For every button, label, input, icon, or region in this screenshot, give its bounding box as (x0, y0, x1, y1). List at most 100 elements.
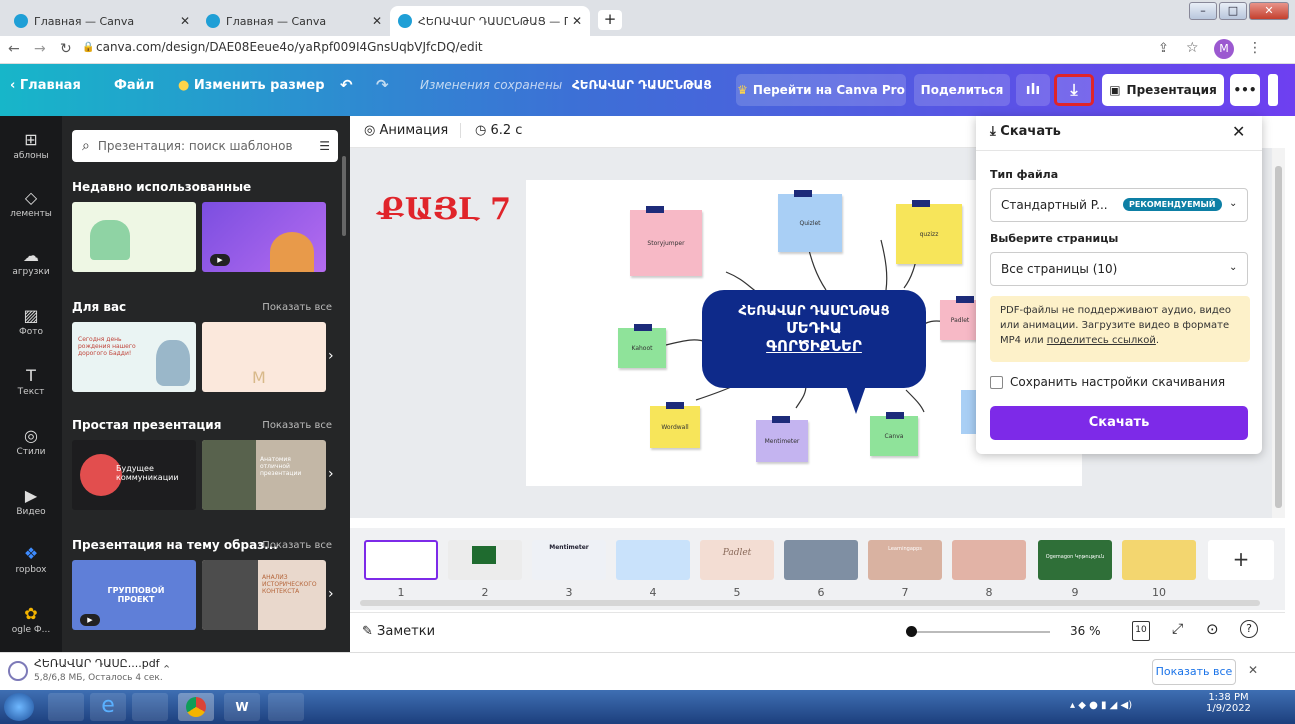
center-speech-bubble[interactable]: ՀԵՌԱՎԱՐ ԴԱՍԸՆԹԱՑ ՄԵԴԻԱ ԳՈՐԾԻՔՆԵՐ (702, 290, 926, 388)
file-menu[interactable]: Файл (114, 78, 154, 93)
zoom-level[interactable]: 36 % (1070, 624, 1101, 638)
fullscreen-icon[interactable]: ⤢ (1172, 621, 1183, 637)
undo-icon[interactable]: ↶ (340, 76, 353, 94)
star-icon[interactable]: ☆ (1186, 40, 1199, 56)
page-thumb[interactable] (616, 540, 690, 580)
share-link[interactable]: поделитесь ссылкой (1047, 335, 1156, 346)
page-thumb[interactable]: Ogemagon Կրթություն (1038, 540, 1112, 580)
rail-video[interactable]: ▶ Видео (0, 486, 62, 517)
rail-styles[interactable]: ◎ Стили (0, 426, 62, 457)
more-button[interactable]: ••• (1230, 74, 1260, 106)
taskbar-explorer[interactable] (48, 693, 84, 721)
reload-icon[interactable]: ↻ (60, 41, 72, 57)
show-all-link[interactable]: Показать все (262, 540, 332, 551)
profile-avatar[interactable]: M (1214, 39, 1234, 59)
resize-button[interactable]: ● Изменить размер (178, 78, 325, 93)
back-icon[interactable]: ← (8, 41, 20, 57)
chevron-right-icon[interactable]: › (328, 348, 334, 364)
template-thumb[interactable]: Будущее коммуникации (72, 440, 196, 510)
download-submit-button[interactable]: Скачать (990, 406, 1248, 440)
template-thumb[interactable]: Анатомия отличной презентации (202, 440, 326, 510)
rail-dropbox[interactable]: ❖ ropbox (0, 544, 62, 575)
sticky-note[interactable]: Storyjumper (630, 206, 702, 276)
file-type-select[interactable]: Стандартный P... РЕКОМЕНДУЕМЫЙ ⌄ (990, 188, 1248, 222)
forward-icon[interactable]: → (34, 41, 46, 57)
document-title[interactable]: ՀԵՌԱՎԱՐ ԴԱՍԸՆԹԱՑ (572, 78, 712, 92)
tray-icons[interactable]: ▴ ◆ ● ▮ ◢ ◀) (1070, 700, 1132, 711)
save-settings-checkbox[interactable] (990, 376, 1003, 389)
close-icon[interactable]: ✕ (180, 14, 190, 28)
rail-photos[interactable]: ▨ Фото (0, 306, 62, 337)
rail-google-photos[interactable]: ✿ ogle Ф... (0, 604, 62, 635)
duration-button[interactable]: ◷ 6.2 с (460, 123, 522, 138)
taskbar-word[interactable]: W (224, 693, 260, 721)
redo-icon[interactable]: ↷ (376, 76, 389, 94)
url-field[interactable]: canva.com/design/DAE08Eeue4o/yaRpf009I4G… (96, 40, 483, 54)
start-button[interactable] (4, 693, 34, 721)
menu-dots-icon[interactable]: ⋮ (1248, 40, 1262, 56)
taskbar-ie[interactable]: e (90, 693, 126, 721)
rail-templates[interactable]: ⊞ аблоны (0, 130, 62, 161)
rail-uploads[interactable]: ☁ агрузки (0, 246, 62, 277)
add-page-button[interactable]: + (1208, 540, 1274, 580)
panel-scrollbar[interactable] (342, 156, 346, 236)
taskbar-paint[interactable] (268, 693, 304, 721)
filter-icon[interactable]: ☰ (319, 139, 330, 153)
page-thumb[interactable] (784, 540, 858, 580)
page-thumb[interactable]: Mentimeter (532, 540, 606, 580)
template-thumb[interactable]: ГРУППОВОЙ ПРОЕКТ ▶ (72, 560, 196, 630)
home-button[interactable]: ‹ Главная (10, 78, 81, 93)
close-icon[interactable]: ✕ (372, 14, 382, 28)
sticky-note[interactable]: Mentimeter (756, 416, 808, 462)
rail-elements[interactable]: ◇ лементы (0, 188, 62, 219)
minimize-icon[interactable]: – (1189, 2, 1217, 20)
template-thumb[interactable]: Сегодня день рождения нашего дорогого Ба… (72, 322, 196, 392)
close-icon[interactable]: ✕ (1232, 122, 1245, 141)
page-count-icon[interactable]: 10 (1132, 621, 1150, 641)
maximize-icon[interactable]: □ (1219, 2, 1247, 20)
zoom-slider-handle[interactable] (906, 626, 917, 637)
chevron-right-icon[interactable]: › (328, 586, 334, 602)
scroll-thumb[interactable] (1275, 166, 1282, 508)
sticky-note[interactable]: Canva (870, 412, 918, 456)
step-title[interactable]: ՔԱՅԼ 7 (378, 192, 511, 227)
show-all-link[interactable]: Показать все (262, 420, 332, 431)
close-window-icon[interactable]: ✕ (1249, 2, 1289, 20)
help-icon[interactable]: ? (1240, 620, 1258, 638)
chevron-up-icon[interactable]: ⌃ (162, 663, 171, 676)
check-circle-icon[interactable]: ⊙ (1206, 620, 1219, 638)
taskbar-media-player[interactable] (132, 693, 168, 721)
browser-tab[interactable]: Главная — Canva ✕ (198, 6, 390, 36)
page-thumb[interactable] (1122, 540, 1196, 580)
sticky-note[interactable]: Wordwall (650, 402, 700, 448)
download-button[interactable]: ⤓ (1054, 74, 1094, 106)
new-tab-button[interactable]: + (598, 10, 622, 30)
page-thumb[interactable] (364, 540, 438, 580)
template-thumb[interactable]: ▶ (202, 202, 326, 272)
close-icon[interactable]: ✕ (1248, 663, 1258, 677)
page-thumb[interactable] (952, 540, 1026, 580)
canva-pro-button[interactable]: ♛ Перейти на Canva Pro (736, 74, 906, 106)
present-button[interactable]: ▣ Презентация (1102, 74, 1224, 106)
canvas-vertical-scrollbar[interactable] (1272, 148, 1285, 518)
clock[interactable]: 1:38 PM 1/9/2022 (1206, 692, 1251, 714)
filmstrip-scrollbar[interactable] (360, 600, 1260, 606)
insights-icon[interactable]: ılı (1016, 74, 1050, 106)
template-search-input[interactable]: ⌕ Презентация: поиск шаблонов ☰ (72, 130, 338, 162)
download-file-name[interactable]: ՀԵՌԱՎԱՐ ԴԱՍԸ....pdf (34, 657, 160, 670)
show-all-downloads-button[interactable]: Показать все (1152, 659, 1236, 685)
page-thumb[interactable] (448, 540, 522, 580)
show-all-link[interactable]: Показать все (262, 302, 332, 313)
browser-tab-active[interactable]: ՀԵՌԱՎԱՐ ԴԱՍԸՆԹԱՑ — Пре ✕ (390, 6, 590, 36)
sticky-note[interactable]: quzizz (896, 200, 962, 264)
zoom-slider-track[interactable] (910, 631, 1050, 633)
browser-tab[interactable]: Главная — Canva ✕ (6, 6, 198, 36)
share-button[interactable]: Поделиться (914, 74, 1010, 106)
notes-button[interactable]: ✎ Заметки (362, 624, 435, 639)
sticky-note[interactable]: Quizlet (778, 190, 842, 252)
animation-button[interactable]: ◎ Анимация (364, 123, 448, 138)
sticky-note[interactable]: Padlet (940, 296, 980, 340)
rail-text[interactable]: T Текст (0, 366, 62, 397)
pages-select[interactable]: Все страницы (10) ⌄ (990, 252, 1248, 286)
page-thumb[interactable]: Padlet (700, 540, 774, 580)
